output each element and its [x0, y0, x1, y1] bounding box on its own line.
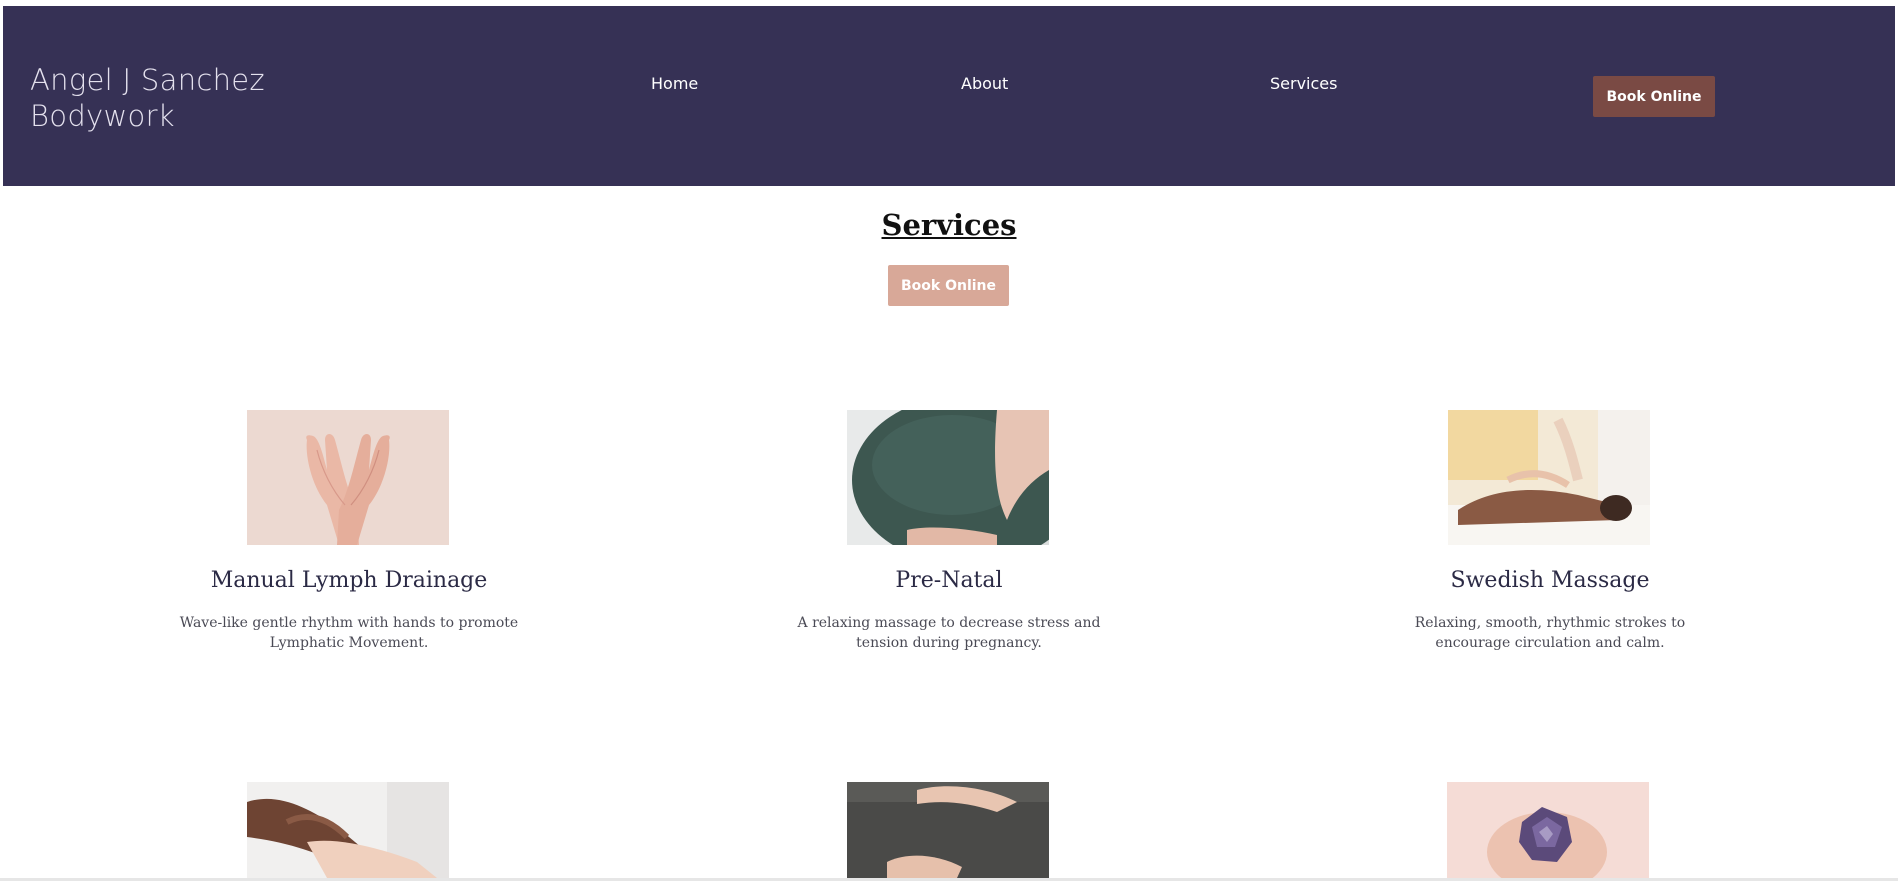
brand-logo[interactable]: Angel J Sanchez Bodywork [30, 62, 330, 134]
nav-about-link[interactable]: About [961, 74, 1008, 94]
back-massage-photo[interactable] [1448, 410, 1650, 545]
nav-home-link[interactable]: Home [651, 74, 698, 94]
service-name[interactable]: Manual Lymph Drainage [139, 567, 559, 595]
service-description: Wave-like gentle rhythm with hands to pr… [179, 615, 519, 651]
belly-hands-photo[interactable] [847, 782, 1049, 878]
pregnant-belly-photo[interactable] [847, 410, 1049, 545]
service-name[interactable]: Pre-Natal [739, 567, 1159, 595]
open-palms-photo[interactable] [247, 410, 449, 545]
service-description: A relaxing massage to decrease stress an… [797, 615, 1101, 651]
service-description: Relaxing, smooth, rhythmic strokes to en… [1414, 615, 1686, 651]
header-book-online-button[interactable]: Book Online [1593, 76, 1715, 117]
hand-massage-photo[interactable] [247, 782, 449, 878]
main-book-online-button[interactable]: Book Online [888, 265, 1009, 306]
site-header: Angel J Sanchez Bodywork Home About Serv… [3, 6, 1895, 186]
brand-line-2: Bodywork [30, 99, 175, 133]
nav-services-link[interactable]: Services [1270, 74, 1337, 94]
service-name[interactable]: Swedish Massage [1340, 567, 1760, 595]
brand-line-1: Angel J Sanchez [30, 63, 265, 97]
page-title-text: Services [881, 208, 1017, 242]
page-title: Services [0, 206, 1898, 244]
crystal-in-hands-photo[interactable] [1447, 782, 1649, 878]
